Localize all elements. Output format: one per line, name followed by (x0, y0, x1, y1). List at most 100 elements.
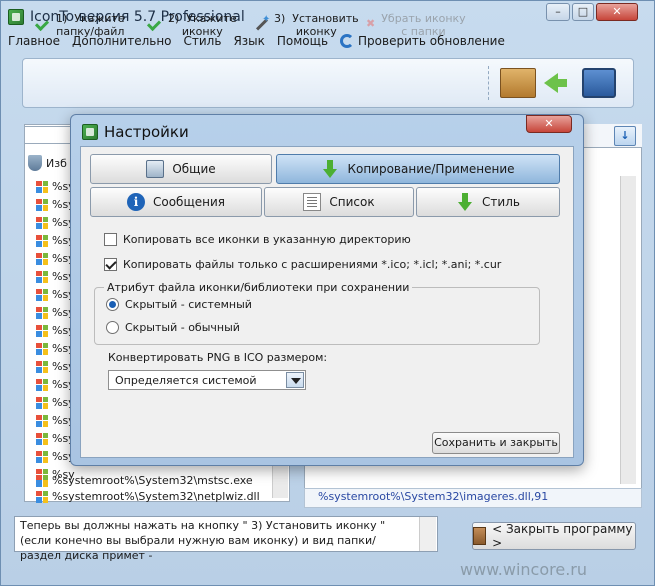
hint-scrollbar[interactable] (419, 517, 436, 551)
maximize-button[interactable]: □ (572, 3, 594, 21)
step-select-folder[interactable]: 1) Укажите папку/файл (36, 12, 125, 38)
info-icon: i (126, 193, 145, 211)
windows-logo-icon (36, 490, 48, 503)
windows-logo-icon (36, 252, 48, 265)
windows-logo-icon (36, 288, 48, 301)
tab-list[interactable]: Список (264, 187, 414, 217)
shield-icon (28, 155, 42, 171)
copy-only-ext-label: Копировать файлы только с расширениями *… (123, 258, 502, 271)
hidden-system-label: Скрытый - системный (125, 298, 252, 311)
option-copy-all-icons[interactable]: Копировать все иконки в указанную директ… (104, 233, 411, 246)
hidden-system-radio[interactable] (106, 298, 119, 311)
option-hidden-system[interactable]: Скрытый - системный (106, 298, 252, 311)
windows-logo-icon (36, 198, 48, 211)
list-item-label: %systemroot%\System32\netplwiz.dll (52, 490, 260, 503)
list-item[interactable]: %sy (36, 376, 75, 393)
step-remove-icon[interactable]: ✖ Убрать иконку с папки (366, 12, 466, 38)
list-item[interactable]: %sy (36, 322, 75, 339)
check-icon (148, 18, 162, 32)
chevron-down-icon[interactable] (286, 372, 304, 388)
copy-all-checkbox[interactable] (104, 233, 117, 246)
list-item[interactable]: %sy (36, 286, 75, 303)
tab-list-label: Список (329, 195, 375, 209)
windows-logo-icon (36, 270, 48, 283)
option-hidden-normal[interactable]: Скрытый - обычный (106, 321, 240, 334)
list-item[interactable]: %sy (36, 430, 75, 447)
convert-size-select[interactable]: Определяется системой (108, 370, 306, 390)
tab-style-label: Стиль (482, 195, 520, 209)
preview-scrollbar[interactable] (620, 176, 636, 484)
app-icon (82, 124, 98, 140)
list-header-label: Изб (46, 156, 67, 170)
list-item[interactable]: %sy (36, 358, 75, 375)
dialog-close-button[interactable]: ✕ (526, 115, 572, 133)
tab-general[interactable]: Общие (90, 154, 272, 184)
list-item[interactable]: %sy (36, 232, 75, 249)
list-header: Изб (28, 152, 67, 174)
dialog-title: Настройки (104, 123, 189, 141)
step-install-icon[interactable]: 3) Установить иконку (254, 12, 359, 38)
close-button[interactable]: ✕ (596, 3, 638, 21)
list-page-icon (303, 193, 322, 211)
list-item[interactable]: %sy (36, 196, 75, 213)
app-icon (8, 9, 24, 25)
magic-wand-icon (254, 13, 270, 31)
list-item[interactable]: %sy (36, 268, 75, 285)
list-item[interactable]: %sy (36, 448, 75, 465)
watermark: www.wincore.ru (460, 560, 588, 579)
list-item[interactable]: %systemroot%\System32\netplwiz.dll (36, 488, 260, 505)
check-icon (36, 18, 50, 32)
list-item[interactable]: %sy (36, 250, 75, 267)
windows-logo-icon (36, 234, 48, 247)
windows-logo-icon (36, 306, 48, 319)
step-remove-icon-label: Убрать иконку с папки (381, 12, 466, 38)
monitor-gear-icon (146, 160, 165, 178)
download-icon[interactable]: ↓ (614, 126, 636, 146)
close-program-label: < Закрыть программу > (492, 522, 633, 550)
copy-all-label: Копировать все иконки в указанную директ… (123, 233, 411, 246)
windows-logo-icon (36, 450, 48, 463)
hidden-normal-label: Скрытый - обычный (125, 321, 240, 334)
minimize-button[interactable]: – (546, 3, 570, 21)
windows-logo-icon (36, 342, 48, 355)
windows-logo-icon (36, 474, 48, 487)
list-item[interactable]: %sy (36, 340, 75, 357)
toolbar-separator (488, 66, 489, 100)
windows-logo-icon (36, 324, 48, 337)
list-item[interactable]: %sy (36, 394, 75, 411)
windows-logo-icon (36, 414, 48, 427)
windows-logo-icon (36, 432, 48, 445)
list-item-label: %systemroot%\System32\mstsc.exe (52, 474, 253, 487)
option-copy-only-ext[interactable]: Копировать файлы только с расширениями *… (104, 258, 501, 271)
list-item[interactable]: %sy (36, 412, 75, 429)
tab-style[interactable]: Стиль (416, 187, 560, 217)
icon-path-text: %systemroot%\System32\imageres.dll,91 (318, 490, 549, 503)
archive-box-icon[interactable] (500, 68, 536, 98)
door-icon (473, 527, 487, 545)
tab-copy-apply-label: Копирование/Применение (347, 162, 515, 176)
attribute-group (94, 287, 540, 345)
arrow-left-icon (544, 73, 558, 93)
list-item[interactable]: %sy (36, 304, 75, 321)
windows-logo-icon (36, 396, 48, 409)
remove-x-icon: ✖ (366, 17, 376, 30)
list-item[interactable]: %sy (36, 214, 75, 231)
windows-logo-icon (36, 378, 48, 391)
tab-messages[interactable]: i Сообщения (90, 187, 262, 217)
hidden-normal-radio[interactable] (106, 321, 119, 334)
close-program-button[interactable]: < Закрыть программу > (472, 522, 636, 550)
windows-logo-icon (36, 180, 48, 193)
arrow-left-icon-tail (557, 79, 567, 87)
windows-logo-icon (36, 216, 48, 229)
list-item[interactable]: %systemroot%\System32\mstsc.exe (36, 472, 253, 489)
wizard-toolbar (22, 58, 634, 108)
blue-folder-icon[interactable] (582, 68, 616, 98)
copy-only-ext-checkbox[interactable] (104, 258, 117, 271)
attribute-group-legend: Атрибут файла иконки/библиотеки при сохр… (104, 281, 413, 294)
list-item[interactable]: %sy (36, 178, 75, 195)
step-install-icon-label: 3) Установить иконку (274, 12, 359, 38)
tab-copy-apply[interactable]: Копирование/Применение (276, 154, 560, 184)
save-and-close-button[interactable]: Сохранить и закрыть (432, 432, 560, 454)
green-arrow-down-icon (321, 160, 339, 178)
step-select-icon[interactable]: 2) Укажите иконку (148, 12, 237, 38)
